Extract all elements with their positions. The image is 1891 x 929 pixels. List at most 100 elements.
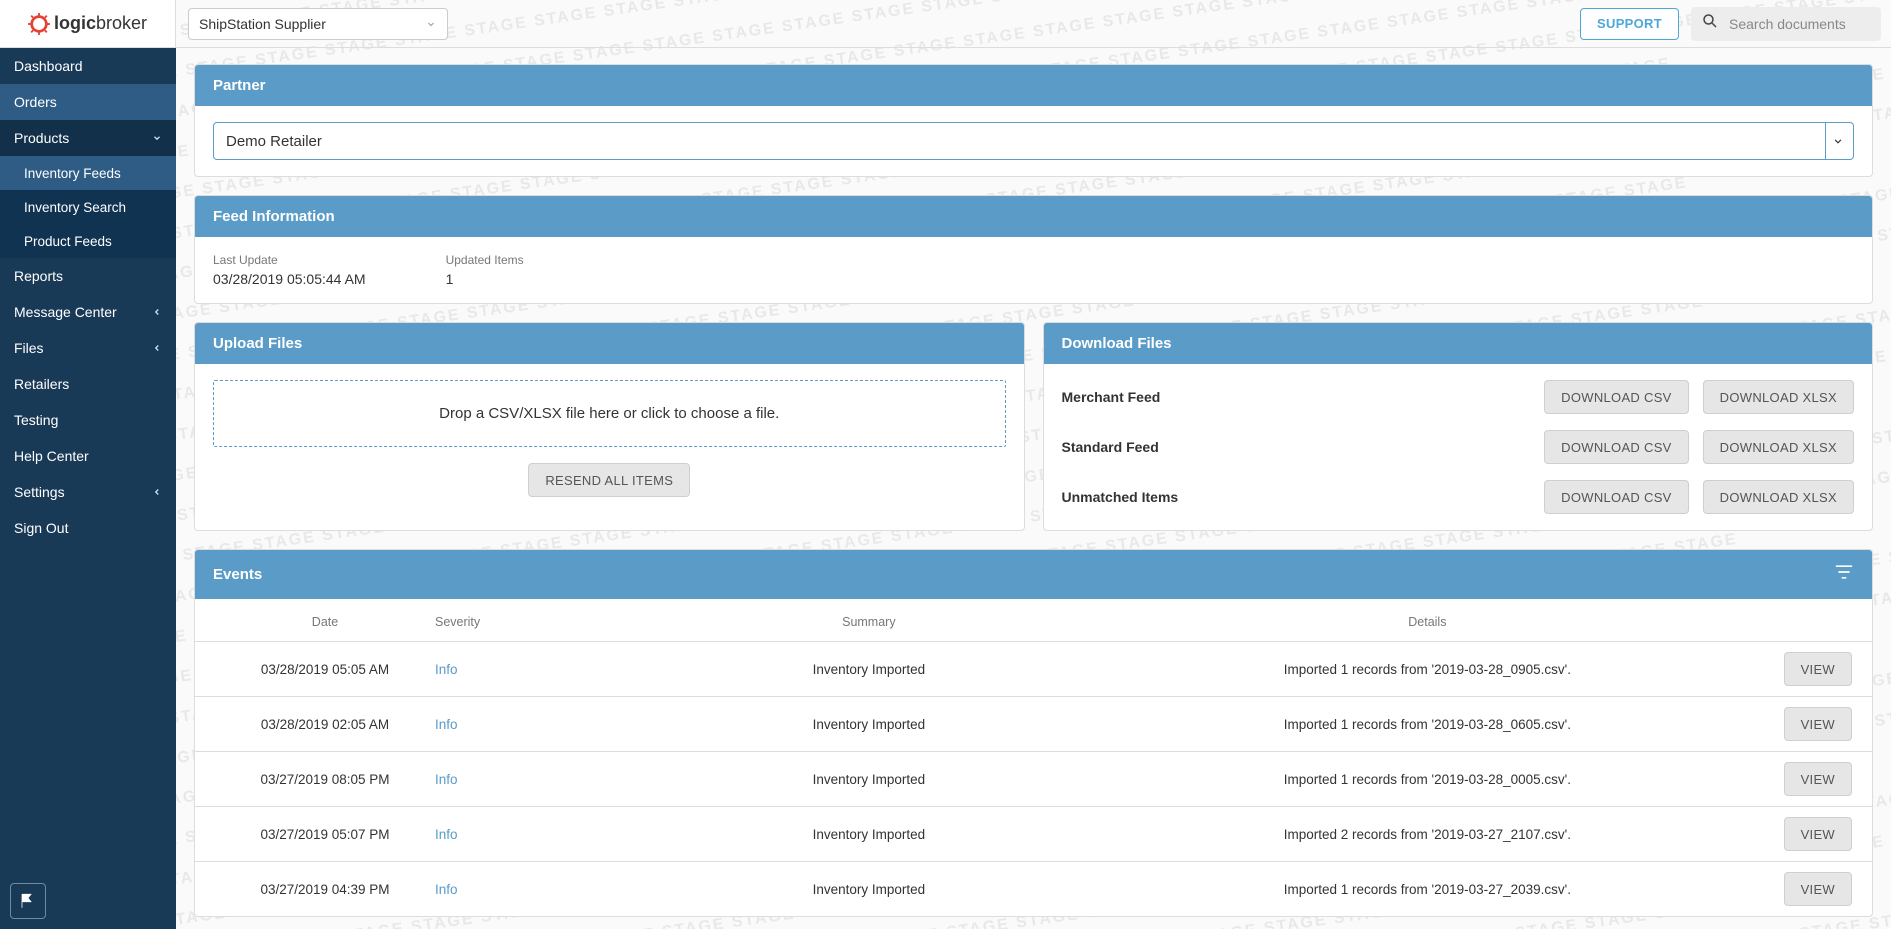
resend-all-button[interactable]: RESEND ALL ITEMS [528,463,690,497]
download-row-label: Merchant Feed [1062,389,1531,405]
view-button[interactable]: VIEW [1784,817,1852,851]
gear-icon [28,13,50,35]
sidebar-item-label: Files [14,340,44,356]
view-button[interactable]: VIEW [1784,762,1852,796]
col-summary: Summary [615,615,1123,629]
sidebar-item-reports[interactable]: Reports [0,258,176,294]
sidebar-item-products[interactable]: Products [0,120,176,156]
event-details: Imported 1 records from '2019-03-28_0605… [1123,717,1732,732]
filter-icon[interactable] [1834,562,1854,587]
download-xlsx-button[interactable]: DOWNLOAD XLSX [1703,430,1854,464]
event-severity: Info [435,827,615,842]
updated-items-value: 1 [446,271,524,287]
sidebar-item-testing[interactable]: Testing [0,402,176,438]
feed-info-title: Feed Information [213,208,335,225]
sidebar-item-orders[interactable]: Orders [0,84,176,120]
sidebar-subitem-inventory-search[interactable]: Inventory Search [0,190,176,224]
sidebar-item-label: Settings [14,484,65,500]
download-title: Download Files [1062,335,1172,352]
chevron-down-icon [152,133,162,143]
event-summary: Inventory Imported [615,772,1123,787]
download-panel: Download Files Merchant Feed DOWNLOAD CSV… [1043,322,1874,531]
event-details: Imported 1 records from '2019-03-28_0905… [1123,662,1732,677]
support-button[interactable]: SUPPORT [1580,8,1679,40]
search-icon [1701,12,1719,35]
event-details: Imported 2 records from '2019-03-27_2107… [1123,827,1732,842]
event-row: 03/28/2019 02:05 AMInfoInventory Importe… [195,697,1872,752]
event-severity: Info [435,662,615,677]
event-summary: Inventory Imported [615,882,1123,897]
events-title: Events [213,566,262,583]
upload-title: Upload Files [213,335,302,352]
updated-items-label: Updated Items [446,253,524,267]
sidebar-subitem-product-feeds[interactable]: Product Feeds [0,224,176,258]
download-csv-button[interactable]: DOWNLOAD CSV [1544,480,1689,514]
event-summary: Inventory Imported [615,717,1123,732]
footer-badge[interactable] [10,883,46,919]
col-date: Date [215,615,435,629]
download-csv-button[interactable]: DOWNLOAD CSV [1544,430,1689,464]
sidebar-item-sign-out[interactable]: Sign Out [0,510,176,546]
events-header-row: Date Severity Summary Details [195,599,1872,642]
download-xlsx-button[interactable]: DOWNLOAD XLSX [1703,380,1854,414]
upload-panel-header: Upload Files [195,323,1024,364]
view-button[interactable]: VIEW [1784,652,1852,686]
feed-info-header: Feed Information [195,196,1872,237]
sidebar-subitem-inventory-feeds[interactable]: Inventory Feeds [0,156,176,190]
last-update-value: 03/28/2019 05:05:44 AM [213,271,366,287]
sidebar-item-message-center[interactable]: Message Center [0,294,176,330]
sidebar-item-label: Reports [14,268,63,284]
event-summary: Inventory Imported [615,662,1123,677]
company-select[interactable]: ShipStation Supplier [188,8,448,40]
file-dropzone[interactable]: Drop a CSV/XLSX file here or click to ch… [213,380,1006,447]
col-severity: Severity [435,615,615,629]
event-row: 03/27/2019 04:39 PMInfoInventory Importe… [195,862,1872,916]
partner-panel: Partner Demo Retailer [194,64,1873,177]
brand-logo[interactable]: logicbroker [0,0,176,47]
col-details: Details [1123,615,1732,629]
chevron-down-icon [425,18,437,30]
feed-last-update: Last Update 03/28/2019 05:05:44 AM [213,253,366,287]
chevron-left-icon [152,343,162,353]
view-button[interactable]: VIEW [1784,872,1852,906]
last-update-label: Last Update [213,253,366,267]
partner-select-value: Demo Retailer [226,133,322,150]
partner-select[interactable]: Demo Retailer [213,122,1854,160]
download-xlsx-button[interactable]: DOWNLOAD XLSX [1703,480,1854,514]
partner-panel-header: Partner [195,65,1872,106]
chevron-left-icon [152,487,162,497]
event-row: 03/28/2019 05:05 AMInfoInventory Importe… [195,642,1872,697]
sidebar-item-label: Orders [14,94,57,110]
event-severity: Info [435,772,615,787]
chevron-down-icon [1825,123,1853,159]
view-button[interactable]: VIEW [1784,707,1852,741]
search-box[interactable] [1691,7,1881,41]
event-row: 03/27/2019 05:07 PMInfoInventory Importe… [195,807,1872,862]
sidebar-item-label: Sign Out [14,520,68,536]
event-severity: Info [435,717,615,732]
sidebar: Dashboard Orders ProductsInventory FeedsIn… [0,48,176,929]
sidebar-item-retailers[interactable]: Retailers [0,366,176,402]
download-csv-button[interactable]: DOWNLOAD CSV [1544,380,1689,414]
events-panel: Events Date Severity Summary Details 03/… [194,549,1873,917]
event-details: Imported 1 records from '2019-03-28_0005… [1123,772,1732,787]
feed-info-panel: Feed Information Last Update 03/28/2019 … [194,195,1873,304]
partner-title: Partner [213,77,266,94]
sidebar-item-settings[interactable]: Settings [0,474,176,510]
sidebar-item-files[interactable]: Files [0,330,176,366]
sidebar-item-label: Dashboard [14,58,83,74]
topbar: logicbroker ShipStation Supplier SUPPORT [0,0,1891,48]
event-date: 03/28/2019 05:05 AM [215,662,435,677]
search-input[interactable] [1727,15,1891,33]
sidebar-item-help-center[interactable]: Help Center [0,438,176,474]
flag-icon [19,892,37,910]
chevron-left-icon [152,307,162,317]
sidebar-item-label: Help Center [14,448,89,464]
event-date: 03/27/2019 04:39 PM [215,882,435,897]
event-date: 03/28/2019 02:05 AM [215,717,435,732]
sidebar-item-label: Testing [14,412,58,428]
download-row-label: Standard Feed [1062,439,1531,455]
sidebar-item-dashboard[interactable]: Dashboard [0,48,176,84]
event-date: 03/27/2019 08:05 PM [215,772,435,787]
event-severity: Info [435,882,615,897]
